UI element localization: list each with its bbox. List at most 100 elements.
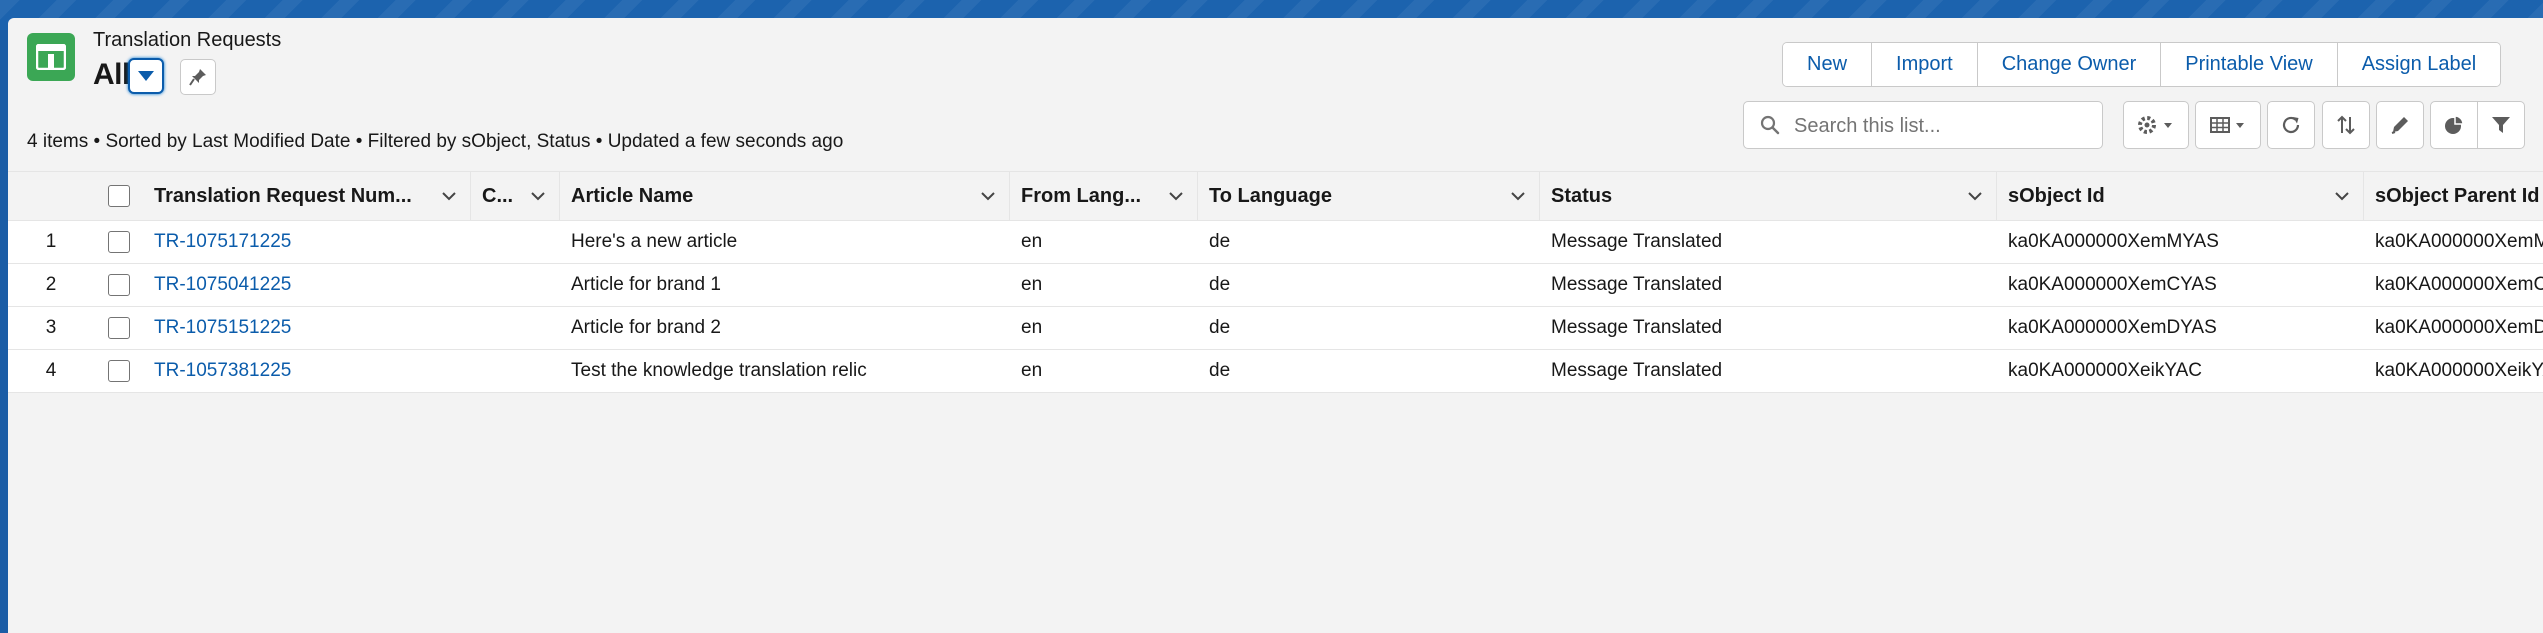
column-label: sObject Parent Id xyxy=(2375,184,2540,207)
from-language-cell: en xyxy=(1021,360,1043,381)
row-select-cell xyxy=(94,307,143,349)
row-select-cell xyxy=(94,350,143,392)
request-number-link[interactable]: TR-1057381225 xyxy=(154,360,291,382)
edit-pencil-icon xyxy=(2391,117,2408,134)
c-cell xyxy=(482,350,560,392)
row-select-cell xyxy=(94,221,143,263)
chevron-down-icon xyxy=(981,192,995,201)
select-all-header xyxy=(94,172,143,220)
from-language-cell: en xyxy=(1021,231,1043,252)
article-name-cell: Test the knowledge translation relic xyxy=(571,360,867,381)
status-cell: Message Translated xyxy=(1551,274,1723,295)
assign-label-button[interactable]: Assign Label xyxy=(2337,43,2501,86)
table-row: 4 TR-1057381225 Test the knowledge transla… xyxy=(8,350,2543,393)
row-number-header xyxy=(8,172,94,220)
article-name-cell: Here's a new article xyxy=(571,231,738,252)
translation-request-object-icon xyxy=(27,33,75,81)
list-actions-button-group: New Import Change Owner Printable View A… xyxy=(1782,42,2502,87)
column-label: C... xyxy=(482,184,514,207)
column-header-c[interactable]: C... xyxy=(471,172,560,220)
triangle-down-icon xyxy=(138,71,154,81)
filters-button[interactable] xyxy=(2477,101,2525,149)
search-icon xyxy=(1760,115,1780,135)
row-select-checkbox[interactable] xyxy=(107,231,130,253)
sobject-parent-id-cell: ka0KA000000XemCYAS xyxy=(2375,274,2543,295)
printable-view-button[interactable]: Printable View xyxy=(2161,43,2338,86)
column-label: From Lang... xyxy=(1021,184,1141,207)
c-cell xyxy=(482,221,560,263)
inline-edit-button[interactable] xyxy=(2376,101,2424,149)
request-number-link: TR-1075171225 xyxy=(154,221,464,263)
new-button[interactable]: New xyxy=(1783,43,1873,86)
column-label: sObject Id xyxy=(2008,184,2105,207)
status-cell: Message Translated xyxy=(1551,360,1723,381)
list-view-title: All xyxy=(93,58,130,91)
request-number-link[interactable]: TR-1075041225 xyxy=(154,274,291,296)
search-input[interactable] xyxy=(1792,110,2096,142)
row-select-checkbox[interactable] xyxy=(107,274,130,296)
sort-button[interactable] xyxy=(2322,101,2370,149)
list-view-controls-button[interactable] xyxy=(2123,101,2189,149)
table-row: 2 TR-1075041225 Article for brand 1 en de Mes… xyxy=(8,264,2543,307)
chevron-down-icon xyxy=(1169,192,1183,201)
column-label: Status xyxy=(1551,184,1613,207)
table-row: 1 TR-1075171225 Here's a new article en de Me… xyxy=(8,221,2543,264)
column-header-sobject-parent-id[interactable]: sObject Parent Id xyxy=(2364,172,2543,220)
sort-icon xyxy=(2337,115,2355,135)
refresh-button[interactable] xyxy=(2267,101,2315,149)
list-view-switcher-button[interactable] xyxy=(128,58,164,94)
column-label: Translation Request Num... xyxy=(154,184,412,207)
sobject-parent-id-cell: ka0KA000000XeikYAC xyxy=(2375,360,2543,381)
sobject-id-cell: ka0KA000000XemDYAS xyxy=(2008,317,2217,338)
pin-list-view-button[interactable] xyxy=(180,59,216,95)
status-cell: Message Translated xyxy=(1551,317,1723,338)
object-name-label: Translation Requests xyxy=(93,29,282,51)
row-number-cell: 2 xyxy=(45,274,57,295)
row-number-cell: 4 xyxy=(45,360,57,381)
pie-chart-icon xyxy=(2445,115,2464,134)
row-select-cell xyxy=(94,264,143,306)
column-header-article-name[interactable]: Article Name xyxy=(560,172,1010,220)
column-label: To Language xyxy=(1209,184,1332,207)
change-owner-button[interactable]: Change Owner xyxy=(1977,43,2162,86)
records-table: Translation Request Num... C... Article … xyxy=(8,171,2543,393)
chevron-down-icon xyxy=(442,192,456,201)
sobject-id-cell: ka0KA000000XemMYAS xyxy=(2008,231,2219,252)
display-as-table-button[interactable] xyxy=(2195,101,2261,149)
row-number-cell: 3 xyxy=(45,317,57,338)
chevron-down-icon xyxy=(531,192,545,201)
from-language-cell: en xyxy=(1021,317,1043,338)
import-button[interactable]: Import xyxy=(1872,43,1978,86)
request-number-link: TR-1075151225 xyxy=(154,307,464,349)
search-list-box xyxy=(1743,101,2103,149)
request-number-link[interactable]: TR-1075151225 xyxy=(154,317,291,339)
c-cell xyxy=(482,307,560,349)
to-language-cell: de xyxy=(1209,231,1231,252)
column-header-from-language[interactable]: From Lang... xyxy=(1010,172,1198,220)
request-number-link: TR-1075041225 xyxy=(154,264,464,306)
list-view-header: Translation Requests All New Import Chan… xyxy=(8,18,2543,171)
row-select-checkbox[interactable] xyxy=(107,317,130,339)
article-name-cell: Article for brand 2 xyxy=(571,317,721,338)
table-header-row: Translation Request Num... C... Article … xyxy=(8,171,2543,221)
to-language-cell: de xyxy=(1209,274,1231,295)
settings-gear-icon xyxy=(2138,116,2172,134)
request-number-link: TR-1057381225 xyxy=(154,350,464,392)
column-header-status[interactable]: Status xyxy=(1540,172,1997,220)
list-view-summary: 4 items • Sorted by Last Modified Date •… xyxy=(27,131,844,152)
pin-icon xyxy=(189,69,206,86)
sobject-id-cell: ka0KA000000XeikYAC xyxy=(2008,360,2202,381)
c-cell xyxy=(482,264,560,306)
sobject-parent-id-cell: ka0KA000000XemMYAS xyxy=(2375,231,2543,252)
column-header-request-number[interactable]: Translation Request Num... xyxy=(143,172,471,220)
from-language-cell: en xyxy=(1021,274,1043,295)
show-charts-button[interactable] xyxy=(2430,101,2478,149)
to-language-cell: de xyxy=(1209,317,1231,338)
column-header-sobject-id[interactable]: sObject Id xyxy=(1997,172,2364,220)
row-select-checkbox[interactable] xyxy=(107,360,130,382)
select-all-checkbox[interactable] xyxy=(108,185,130,207)
table-display-icon xyxy=(2210,117,2244,133)
request-number-link[interactable]: TR-1075171225 xyxy=(154,231,291,253)
column-header-to-language[interactable]: To Language xyxy=(1198,172,1540,220)
empty-table-area xyxy=(8,413,2543,633)
